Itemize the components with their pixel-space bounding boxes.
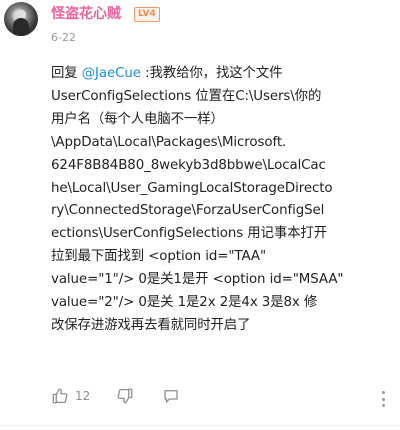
reply-prefix: 回复 — [51, 66, 82, 81]
comment-body: 回复 @JaeCue :我教给你，找这个文件 UserConfigSelecti… — [51, 63, 391, 338]
comment-line: ections\UserConfigSelections 用记事本打开 — [51, 226, 328, 242]
mention-link[interactable]: @JaeCue — [82, 66, 141, 81]
comment-line: he\Local\User_GamingLocalStorageDirecto — [51, 180, 333, 196]
comment-line: value="1"/> 0是关1是开 <option id="MSAA" — [51, 272, 344, 288]
comment-line: 拉到最下面找到 <option id="TAA" — [51, 249, 267, 265]
comment-item: 怪盗花心贼 LV4 6-22 回复 @JaeCue :我教给你，找这个文件 Us… — [0, 0, 400, 430]
comment-line: 改保存进游戏再去看就同时开启了 — [51, 317, 251, 333]
comment-line: 用户名（每个人电脑不一样） — [51, 111, 224, 127]
more-dot — [382, 397, 385, 401]
avatar-figure — [13, 18, 29, 36]
avatar[interactable] — [4, 2, 38, 36]
comment-line: 624F8B84B80_8wekyb3d8bbwe\LocalCac — [51, 157, 326, 173]
thumbs-down-icon[interactable] — [116, 387, 134, 405]
more-dot — [382, 404, 385, 407]
divider — [0, 425, 400, 426]
comment-line-text: :我教给你，找这个文件 — [140, 66, 283, 81]
level-badge: LV4 — [134, 7, 160, 22]
comment-line: value="2"/> 0是关 1是2x 2是4x 3是8x 修 — [51, 295, 318, 311]
like-count: 12 — [75, 389, 91, 403]
comment-date: 6-22 — [51, 31, 76, 44]
more-dot — [382, 391, 385, 394]
comment-line: ry\ConnectedStorage\ForzaUserConfigSel — [51, 203, 325, 219]
thumbs-up-icon[interactable] — [51, 387, 69, 405]
more-vertical-icon[interactable] — [382, 391, 386, 407]
comment-line: 回复 @JaeCue :我教给你，找这个文件 — [51, 63, 391, 86]
comment-actions: 12 — [51, 386, 180, 406]
username[interactable]: 怪盗花心贼 — [51, 5, 121, 23]
comment-icon[interactable] — [162, 387, 180, 405]
comment-line: UserConfigSelections 位置在C:\Users\你的 — [51, 88, 322, 104]
comment-line: \AppData\Local\Packages\Microsoft. — [51, 134, 287, 150]
